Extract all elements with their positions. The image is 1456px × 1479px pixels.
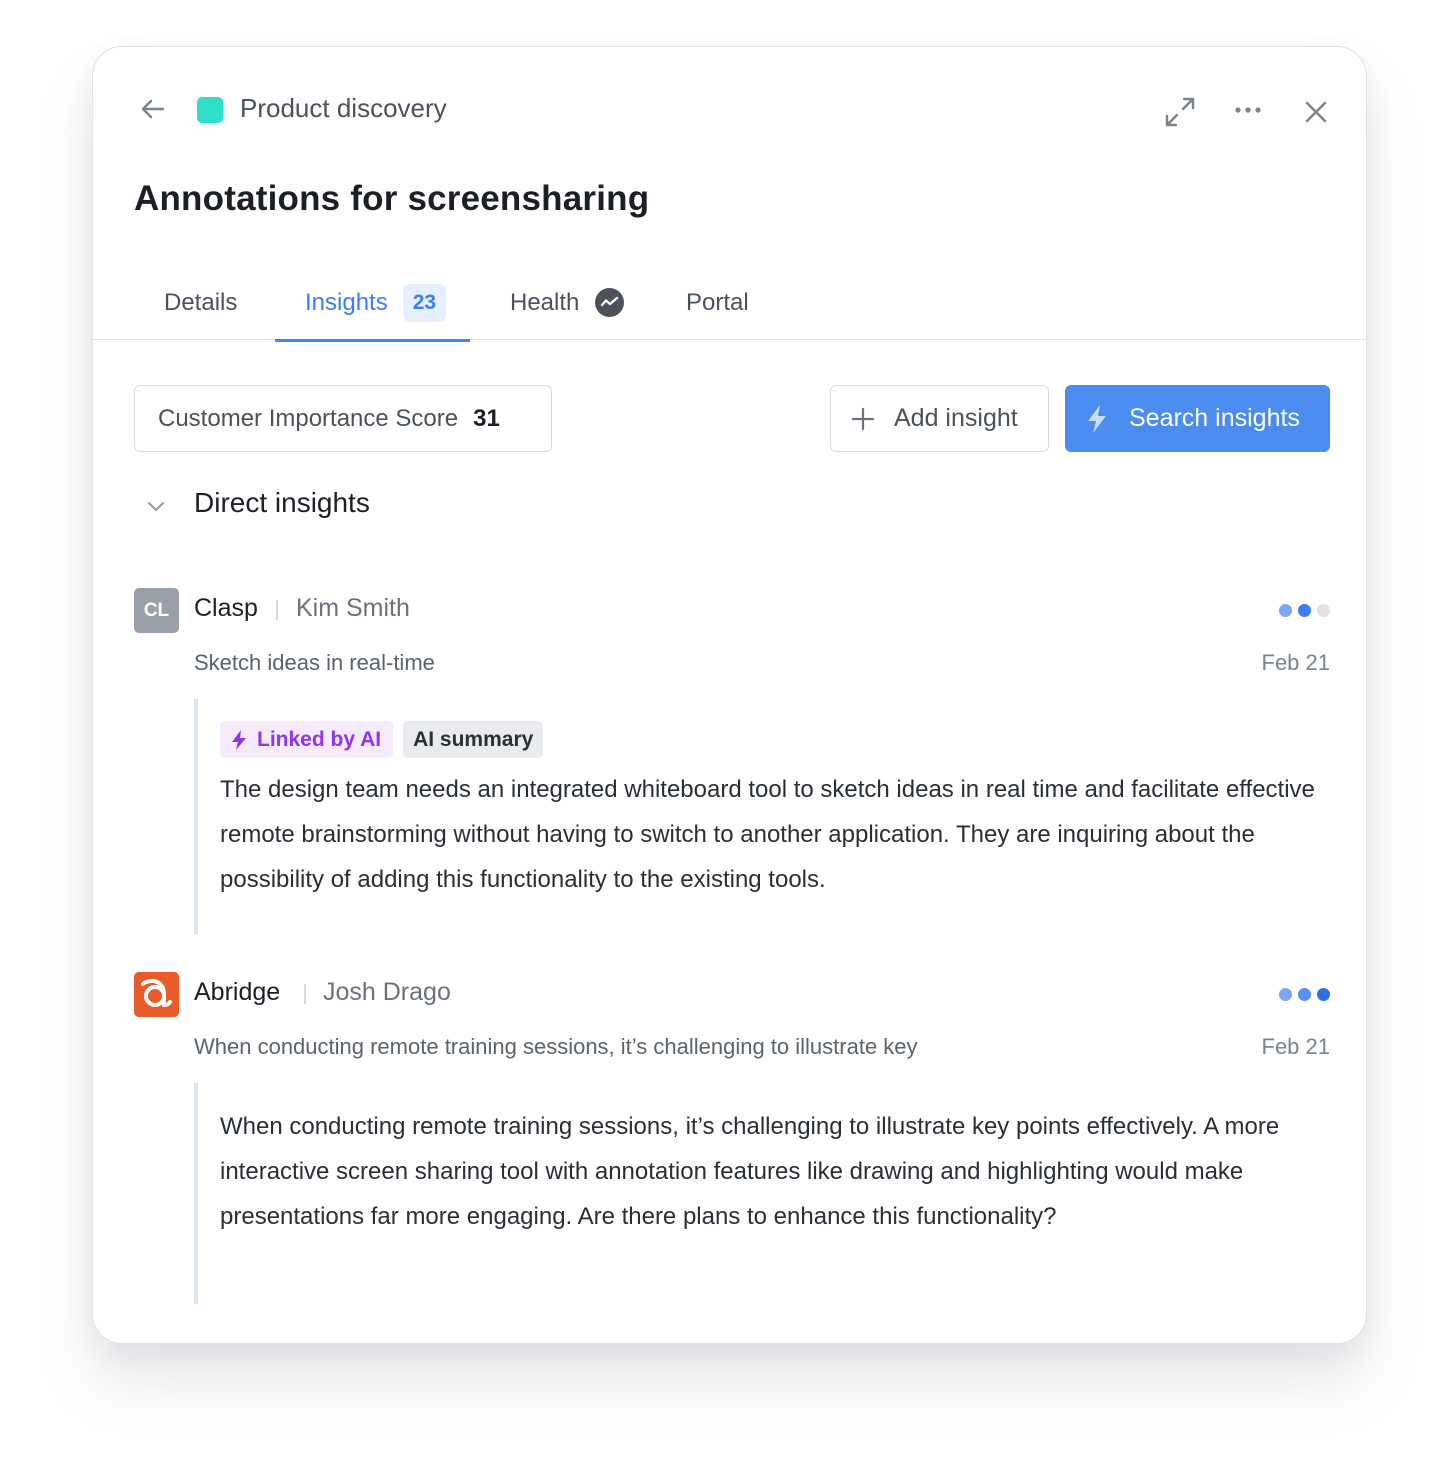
add-insight-label: Add insight (894, 404, 1018, 432)
insight-quote: When conducting remote training sessions… (194, 1083, 1330, 1304)
tab-insights[interactable]: Insights 23 (274, 271, 471, 342)
insight-panel: Product discovery Annotations for screen… (92, 46, 1367, 1344)
tab-health[interactable]: Health (510, 271, 625, 340)
lightning-icon (1088, 404, 1106, 433)
section-title: Direct insights (194, 487, 370, 518)
project-name[interactable]: Product discovery (240, 93, 447, 124)
customer-importance-score[interactable]: Customer Importance Score 31 (134, 385, 552, 452)
search-insights-button[interactable]: Search insights (1065, 385, 1330, 452)
importance-dot (1317, 988, 1330, 1001)
importance-dot (1279, 988, 1292, 1001)
company-name[interactable]: Abridge (194, 978, 280, 1007)
close-icon[interactable] (1301, 97, 1331, 127)
person-name[interactable]: Josh Drago (323, 978, 451, 1007)
lightning-icon (232, 729, 246, 750)
tab-label: Insights (305, 288, 388, 316)
tab-label: Details (164, 288, 238, 316)
insight-text: When conducting remote training sessions… (220, 1113, 1280, 1230)
abridge-logo (134, 972, 179, 1017)
insight-date: Feb 21 (1261, 650, 1331, 675)
insight-subtitle: Sketch ideas in real-time (194, 650, 435, 675)
divider (304, 984, 306, 1004)
person-name[interactable]: Kim Smith (296, 594, 410, 623)
importance-indicator[interactable] (1279, 988, 1330, 1002)
expand-icon[interactable] (1163, 95, 1197, 129)
linked-by-ai-tag: Linked by AI (220, 721, 394, 758)
tag-label: Linked by AI (257, 727, 382, 751)
tag-row: Linked by AI AI summary (220, 721, 1330, 758)
ai-summary-tag: AI summary (403, 721, 544, 758)
company-name[interactable]: Clasp (194, 594, 258, 623)
page-title: Annotations for screensharing (134, 179, 650, 218)
score-label: Customer Importance Score (158, 404, 459, 432)
more-options-icon[interactable] (1233, 95, 1263, 125)
score-value: 31 (473, 404, 500, 432)
insight-quote: Linked by AI AI summary The design team … (194, 699, 1330, 934)
importance-indicator[interactable] (1279, 604, 1330, 618)
importance-dot (1298, 604, 1311, 617)
tab-bar: Details Insights 23 Health Portal (93, 271, 1366, 342)
panel-header: Product discovery (93, 47, 1366, 177)
project-color-swatch (197, 97, 223, 123)
importance-dot (1298, 988, 1311, 1001)
tab-label: Portal (686, 288, 749, 316)
insight-text: The design team needs an integrated whit… (220, 776, 1315, 893)
tab-label: Health (510, 288, 580, 316)
insight-date: Feb 21 (1261, 1034, 1331, 1059)
insights-count-badge: 23 (402, 283, 447, 322)
tab-portal[interactable]: Portal (686, 271, 749, 340)
add-insight-button[interactable]: Add insight (830, 385, 1049, 452)
search-insights-label: Search insights (1129, 404, 1300, 432)
arrow-left-icon[interactable] (139, 95, 167, 123)
plus-icon (851, 407, 875, 430)
importance-dot (1279, 604, 1292, 617)
divider (276, 600, 278, 620)
trend-icon (595, 288, 625, 317)
insight-subtitle: When conducting remote training sessions… (194, 1034, 918, 1059)
chevron-down-icon[interactable] (145, 495, 167, 517)
tab-details[interactable]: Details (164, 271, 237, 340)
importance-dot (1317, 604, 1330, 617)
company-logo: CL (134, 588, 179, 633)
